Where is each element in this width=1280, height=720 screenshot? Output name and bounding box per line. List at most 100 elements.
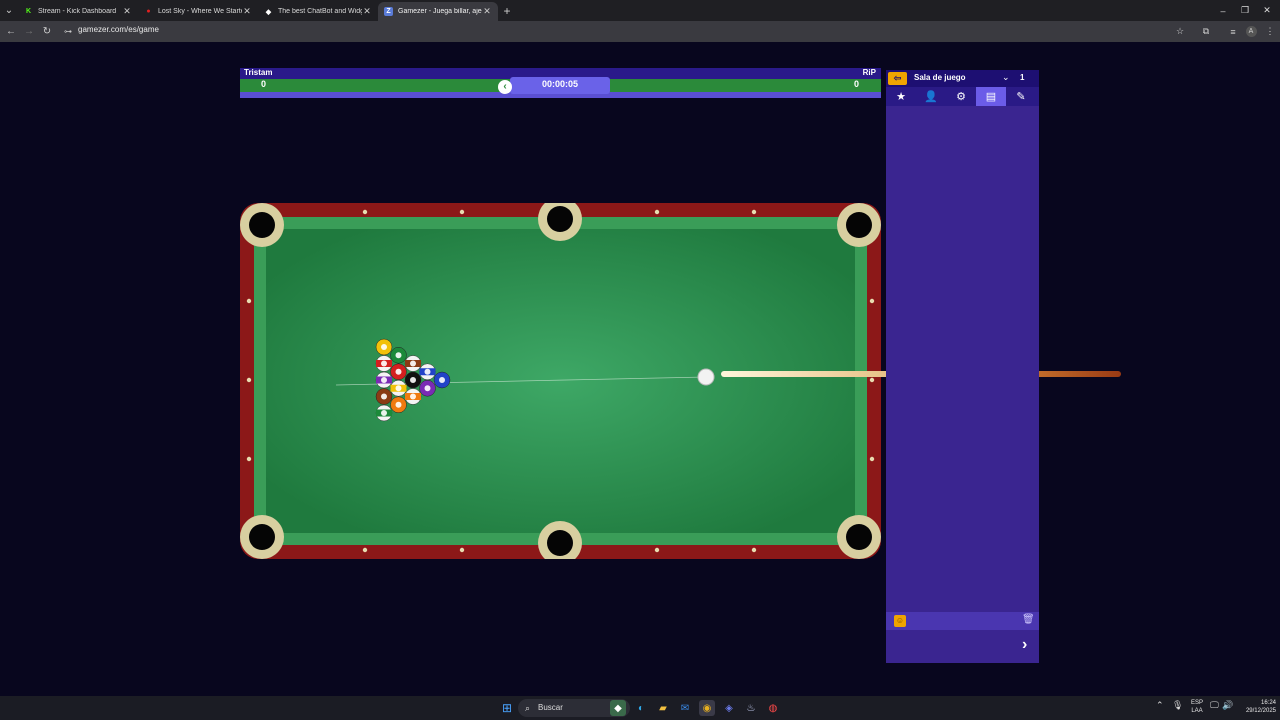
language-code: ESP	[1190, 700, 1203, 706]
rail-diamond	[246, 298, 252, 304]
bookmark-star-icon[interactable]: ☆	[1172, 21, 1188, 42]
menu-icon[interactable]: ⋮	[1262, 21, 1278, 42]
language-indicator[interactable]: ESP LAA	[1190, 699, 1204, 715]
turn-indicator-icon: ‹	[498, 80, 512, 94]
settings-icon[interactable]: ⚙	[946, 87, 976, 106]
ball-7	[375, 388, 393, 405]
rail-diamond	[869, 298, 875, 304]
ball-3	[390, 363, 407, 380]
browser-tab-3[interactable]: ◆ The best ChatBot and Widgets✕	[258, 2, 378, 21]
ball-4	[419, 380, 436, 397]
edge-icon[interactable]: ◐	[633, 700, 649, 716]
diamond-icon: ◆	[265, 8, 272, 16]
extensions-icon[interactable]: ⧉	[1198, 21, 1214, 42]
browser-tab-1[interactable]: K Stream - Kick Dashboard ✕	[18, 2, 138, 21]
discord-icon[interactable]: ◈	[721, 700, 737, 716]
restore-button[interactable]: ❐	[1234, 0, 1256, 21]
tab-title: Stream - Kick Dashboard	[38, 8, 117, 15]
profile-avatar-icon[interactable]: A	[1243, 21, 1259, 42]
forward-arrow-icon[interactable]: →	[21, 21, 37, 42]
ball-11	[375, 355, 393, 372]
close-tab-icon[interactable]: ✕	[482, 6, 492, 17]
player1-name: Tristam	[244, 68, 273, 77]
volume-icon[interactable]: 🔊	[1222, 700, 1233, 711]
tab-search-chevron-icon[interactable]: ⌄	[0, 0, 18, 21]
clock-date: 29/12/2025	[1245, 708, 1276, 714]
game-timer: 00:00:05	[510, 77, 610, 94]
close-tab-icon[interactable]: ✕	[122, 6, 132, 17]
rail-diamond	[246, 377, 252, 383]
rail-diamond	[246, 456, 252, 462]
trash-icon[interactable]: 🗑	[1022, 614, 1035, 625]
back-button[interactable]: ⇦	[888, 72, 907, 85]
minimize-button[interactable]: –	[1212, 0, 1234, 21]
new-tab-button[interactable]: +	[498, 0, 516, 21]
microphone-icon[interactable]: 🎙	[1172, 700, 1183, 711]
pocket	[249, 524, 275, 550]
rail-diamond	[869, 377, 875, 383]
room-count: 1	[1020, 73, 1025, 82]
back-arrow-icon[interactable]: ←	[3, 21, 19, 42]
widget-icon[interactable]: ◆	[610, 700, 626, 716]
ball-1	[375, 338, 393, 356]
rail-diamond	[459, 547, 465, 553]
pocket	[846, 524, 872, 550]
ball-8	[404, 371, 422, 389]
tray-chevron-icon[interactable]: ⌃	[1156, 700, 1164, 711]
chevron-down-icon[interactable]: ⌄	[1002, 72, 1010, 83]
reload-icon[interactable]: ↻	[39, 21, 55, 42]
pocket	[547, 530, 573, 556]
url-field[interactable]: gamezer.com/es/game	[78, 25, 159, 34]
rail-diamond	[362, 547, 368, 553]
keyboard-layout: LAA	[1191, 708, 1203, 714]
windows-start-icon[interactable]: ⊞	[499, 700, 515, 716]
ball-14	[375, 404, 393, 422]
side-panel: ⇦ Sala de juego ⌄ 1 ★ 👤 ⚙ ▤ ✎ ☺ 🗑 ›	[886, 70, 1039, 663]
ball-10	[419, 363, 436, 380]
browser-tab-4[interactable]: Z Gamezer - Juega billar, ajedrez✕	[378, 2, 498, 21]
ball-13	[404, 388, 422, 405]
mail-icon[interactable]: ✉	[677, 700, 693, 716]
file-explorer-icon[interactable]: ▰	[655, 700, 671, 716]
kick-icon: K	[25, 8, 32, 15]
ball-9	[390, 380, 407, 397]
favorites-icon[interactable]: ★	[886, 87, 916, 106]
player1-score: 0	[261, 79, 267, 89]
close-tab-icon[interactable]: ✕	[362, 6, 372, 17]
app-icon[interactable]: ◍	[765, 700, 781, 716]
chrome-icon[interactable]: ◉	[699, 700, 715, 716]
rail-diamond	[751, 547, 757, 553]
rail-diamond	[869, 456, 875, 462]
table-felt[interactable]	[266, 229, 855, 533]
rail-diamond	[751, 209, 757, 215]
next-arrow-button[interactable]: ›	[1022, 636, 1027, 654]
browser-tab-2[interactable]: ● Lost Sky - Where We Started (f✕	[138, 2, 258, 21]
cue-ball	[697, 368, 715, 386]
pocket	[547, 206, 573, 232]
player2-score: 0	[853, 79, 859, 89]
tab-title: Lost Sky - Where We Started (f	[158, 8, 242, 15]
pool-table[interactable]	[240, 203, 881, 559]
edit-icon[interactable]: ✎	[1006, 87, 1036, 106]
network-icon[interactable]: 🖵	[1210, 700, 1219, 711]
steam-icon[interactable]: ♨	[743, 700, 759, 716]
rail-diamond	[459, 209, 465, 215]
media-icon[interactable]: ≡	[1225, 21, 1241, 42]
windows-taskbar: ⊞ ⌕ Buscar ◆ ◐ ▰ ✉ ◉ ◈ ♨ ◍ ⌃ 🎙 ESP LAA 🖵 🔊…	[0, 696, 1280, 720]
room-label[interactable]: Sala de juego	[914, 73, 966, 82]
chat-footer: ☺ 🗑	[886, 612, 1039, 630]
tab-title: Gamezer - Juega billar, ajedrez	[398, 8, 482, 15]
emoji-button[interactable]: ☺	[894, 615, 906, 627]
ball-5	[390, 396, 407, 413]
system-clock[interactable]: 16:24 29/12/2025	[1240, 699, 1276, 715]
close-tab-icon[interactable]: ✕	[242, 6, 252, 17]
panel-header: ⇦ Sala de juego ⌄ 1	[886, 70, 1039, 87]
browser-address-bar: ← → ↻ ⊶ gamezer.com/es/game ☆ ⧉ ≡ A ⋮	[0, 21, 1280, 42]
youtube-icon: ●	[146, 8, 151, 15]
profile-icon[interactable]: 👤	[916, 87, 946, 106]
site-info-icon[interactable]: ⊶	[63, 26, 73, 36]
rules-icon[interactable]: ▤	[976, 87, 1006, 106]
clock-time: 16:24	[1260, 700, 1276, 706]
close-window-button[interactable]: ✕	[1256, 0, 1278, 21]
pocket	[846, 212, 872, 238]
